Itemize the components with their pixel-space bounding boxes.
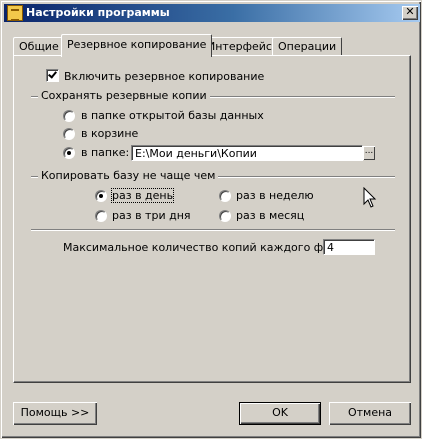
tab-operations[interactable]: Операции (272, 37, 343, 56)
enable-backup-checkbox[interactable] (46, 69, 59, 82)
cancel-button[interactable]: Отмена (329, 402, 411, 425)
radio-frequency-weekly[interactable] (219, 190, 231, 202)
ok-button[interactable]: OK (239, 402, 321, 425)
tab-backup[interactable]: Резервное копирование (61, 34, 213, 57)
radio-frequency-monthly[interactable] (219, 210, 231, 222)
close-button[interactable]: ✕ (402, 6, 418, 20)
radio-frequency-daily[interactable] (95, 190, 107, 202)
settings-dialog: Настройки программы ✕ Общие Резервное ко… (0, 0, 422, 439)
radio-save-custom-folder-label[interactable]: в папке: (81, 146, 129, 159)
title-bar[interactable]: Настройки программы ✕ (4, 4, 420, 22)
radio-frequency-3days[interactable] (95, 210, 107, 222)
max-copies-label: Максимальное количество копий каждого фа… (63, 241, 355, 254)
save-group-label: Сохранять резервные копии (38, 89, 210, 102)
window-title: Настройки программы (26, 6, 170, 19)
browse-folder-button[interactable]: ... (363, 146, 375, 160)
radio-frequency-3days-label[interactable]: раз в три дня (112, 209, 191, 222)
radio-frequency-weekly-label[interactable]: раз в неделю (236, 189, 314, 202)
mouse-cursor-icon (363, 187, 377, 208)
radio-save-db-folder-label[interactable]: в папке открытой базы данных (81, 109, 264, 122)
frequency-group-label: Копировать базу не чаще чем (38, 169, 219, 182)
radio-save-custom-folder[interactable] (63, 147, 75, 159)
checkmark-icon (48, 69, 57, 79)
backup-tab-panel (13, 55, 411, 383)
radio-frequency-monthly-label[interactable]: раз в месяц (236, 209, 304, 222)
help-button[interactable]: Помощь >> (13, 402, 97, 425)
radio-save-recycle-bin[interactable] (63, 128, 75, 140)
tab-backup-label: Резервное копирование (67, 38, 207, 51)
enable-backup-label[interactable]: Включить резервное копирование (64, 70, 264, 83)
tab-interface[interactable]: Интерфейс (201, 37, 278, 56)
max-copies-divider (31, 229, 395, 231)
radio-frequency-daily-label[interactable]: раз в день (110, 188, 175, 203)
radio-save-recycle-bin-label[interactable]: в корзине (81, 127, 138, 140)
radio-save-db-folder[interactable] (63, 110, 75, 122)
close-icon: ✕ (405, 5, 415, 18)
tab-general[interactable]: Общие (13, 37, 65, 56)
app-icon (7, 5, 23, 21)
max-copies-input[interactable]: 4 (323, 239, 375, 255)
backup-folder-input[interactable]: E:\Мои деньги\Копии (131, 145, 363, 161)
